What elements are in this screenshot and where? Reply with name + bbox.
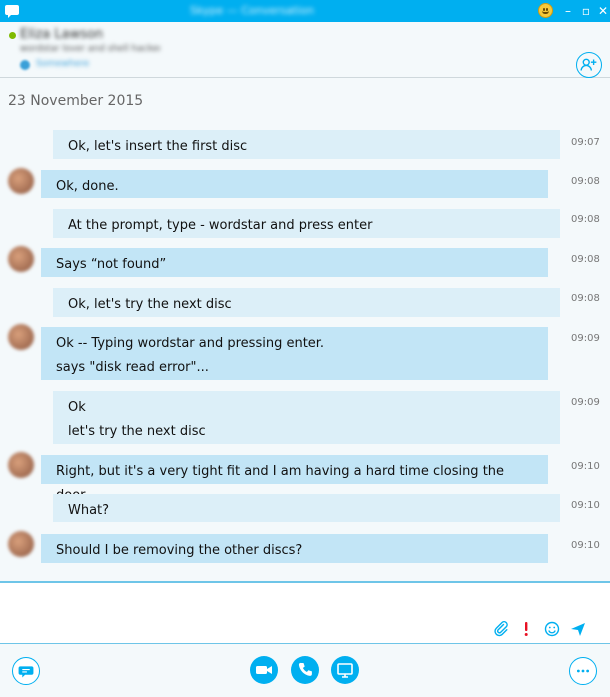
message-bubble[interactable]: Should I be removing the other discs? [41,534,548,563]
message-time: 09:09 [571,333,600,344]
message-bubble[interactable]: Ok -- Typing wordstar and pressing enter… [41,327,548,380]
message-text: Ok, let's insert the first disc [68,139,248,154]
message-text: Ok [68,400,86,415]
message-bubble[interactable]: Says “not found” [41,248,548,277]
more-icon[interactable] [569,657,597,685]
smiley-icon[interactable] [543,620,561,638]
send-icon[interactable] [569,620,587,638]
message-input[interactable] [10,589,480,619]
message-bubble[interactable]: Ok let's try the next disc [53,391,560,444]
avatar[interactable] [8,168,34,194]
window-title: Skype — Conversation [190,4,314,17]
message-time: 09:10 [571,461,600,472]
add-people-icon[interactable] [576,52,602,78]
message-text: What? [68,503,110,518]
message-bubble[interactable]: What? [53,494,560,522]
location-icon [20,60,30,70]
paperclip-icon[interactable] [492,620,510,638]
conversation-date: 23 November 2015 [8,93,144,109]
message-bubble[interactable]: At the prompt, type - wordstar and press… [53,209,560,238]
exclamation-icon[interactable] [517,620,535,638]
message-time: 09:08 [571,254,600,265]
emoticon-icon[interactable] [538,3,553,18]
presence-indicator [9,32,16,39]
video-call-icon[interactable] [250,656,278,684]
message-text: Should I be removing the other discs? [56,543,303,558]
mood-message: wordstar lover and shell hacker [20,44,160,54]
contact-header: Eliza Lawson wordstar lover and shell ha… [0,22,610,78]
skype-icon [5,5,19,18]
close-icon[interactable]: ✕ [594,2,610,20]
avatar[interactable] [8,324,34,350]
message-time: 09:09 [571,397,600,408]
location-text[interactable]: Somewhere [36,59,96,69]
message-text: let's try the next disc [68,424,206,439]
message-bubble[interactable]: Ok, let's try the next disc [53,288,560,317]
message-time: 09:10 [571,500,600,511]
screen-share-icon[interactable] [331,656,359,684]
message-time: 09:10 [571,540,600,551]
call-controls-bar [0,644,610,697]
message-time: 09:07 [571,137,600,148]
message-bubble[interactable]: Right, but it's a very tight fit and I a… [41,455,548,503]
title-bar: Skype — Conversation – ▫ ✕ [0,0,610,22]
message-time: 09:08 [571,293,600,304]
message-text: At the prompt, type - wordstar and press… [68,218,373,233]
avatar[interactable] [8,531,34,557]
minimize-icon[interactable]: – [559,2,577,20]
message-text: Ok -- Typing wordstar and pressing enter… [56,336,325,351]
message-time: 09:08 [571,176,600,187]
message-text: Ok, done. [56,179,119,194]
message-bubble[interactable]: Ok, done. [41,170,548,198]
contact-name[interactable]: Eliza Lawson [20,27,140,42]
voice-call-icon[interactable] [291,656,319,684]
chat-icon[interactable] [12,657,40,685]
message-bubble[interactable]: Ok, let's insert the first disc [53,130,560,159]
message-text: Says “not found” [56,257,167,272]
avatar[interactable] [8,452,34,478]
message-text: Ok, let's try the next disc [68,297,232,312]
message-text: says "disk read error"... [56,360,209,375]
message-time: 09:08 [571,214,600,225]
avatar[interactable] [8,246,34,272]
maximize-icon[interactable]: ▫ [577,2,595,20]
